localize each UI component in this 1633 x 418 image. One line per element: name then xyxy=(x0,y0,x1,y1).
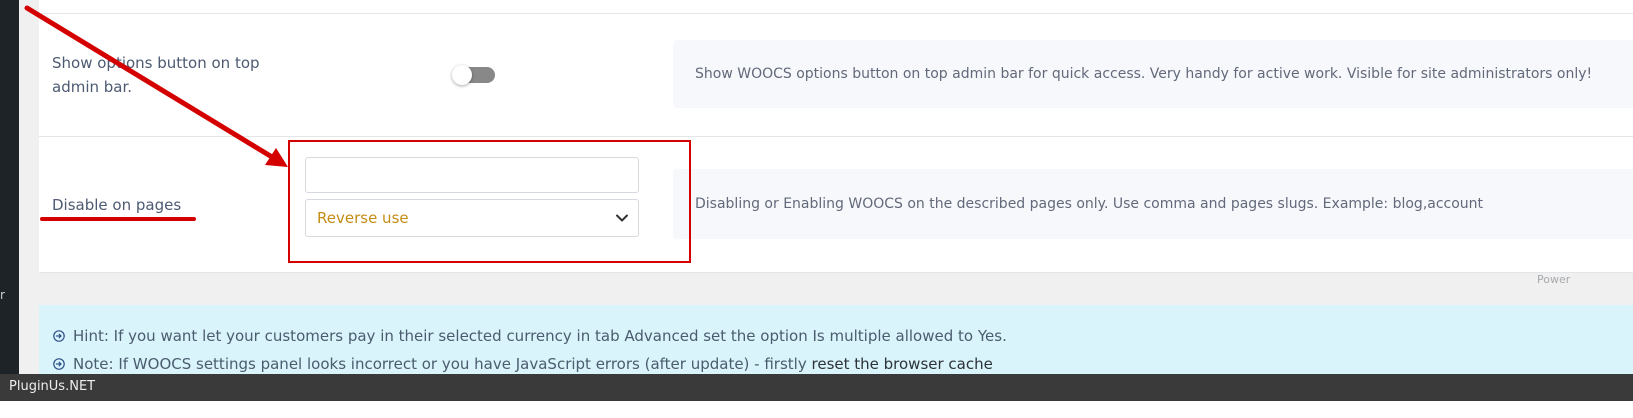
setting-label: Show options button on top admin bar. xyxy=(52,54,260,96)
chevron-down-icon xyxy=(616,214,628,222)
arrow-circle-right-icon xyxy=(53,358,65,370)
footer-bar: PluginUs.NET xyxy=(0,374,1633,401)
arrow-circle-right-icon xyxy=(53,330,65,342)
admin-bar-toggle[interactable] xyxy=(452,65,495,85)
setting-label: Disable on pages xyxy=(52,196,182,214)
setting-description: Show WOOCS options button on top admin b… xyxy=(673,40,1633,108)
setting-description: Disabling or Enabling WOOCS on the descr… xyxy=(673,169,1633,239)
hint-text: Note: If WOOCS settings panel looks inco… xyxy=(73,355,812,373)
hint-item: Hint: If you want let your customers pay… xyxy=(53,327,1007,345)
admin-menu-fragment: r xyxy=(0,288,5,302)
hint-text: Hint: If you want let your customers pay… xyxy=(73,327,1007,345)
select-value: Reverse use xyxy=(317,209,409,227)
page-bottom-strip xyxy=(0,401,1633,418)
settings-panel: Show options button on top admin bar. Sh… xyxy=(39,0,1633,273)
setting-row-admin-bar: Show options button on top admin bar. Sh… xyxy=(39,13,1633,137)
powered-by-text: Power xyxy=(1537,273,1571,286)
reverse-use-select[interactable]: Reverse use xyxy=(305,199,639,237)
toggle-knob[interactable] xyxy=(452,65,472,85)
admin-sidebar: r xyxy=(0,0,19,390)
footer-brand: PluginUs.NET xyxy=(9,379,96,394)
pages-slugs-input[interactable] xyxy=(305,157,639,193)
hint-item: Note: If WOOCS settings panel looks inco… xyxy=(53,355,993,373)
setting-row-disable-pages: Disable on pages Reverse use Disabling o… xyxy=(39,136,1633,273)
reset-cache-link[interactable]: reset the browser cache xyxy=(812,355,993,373)
